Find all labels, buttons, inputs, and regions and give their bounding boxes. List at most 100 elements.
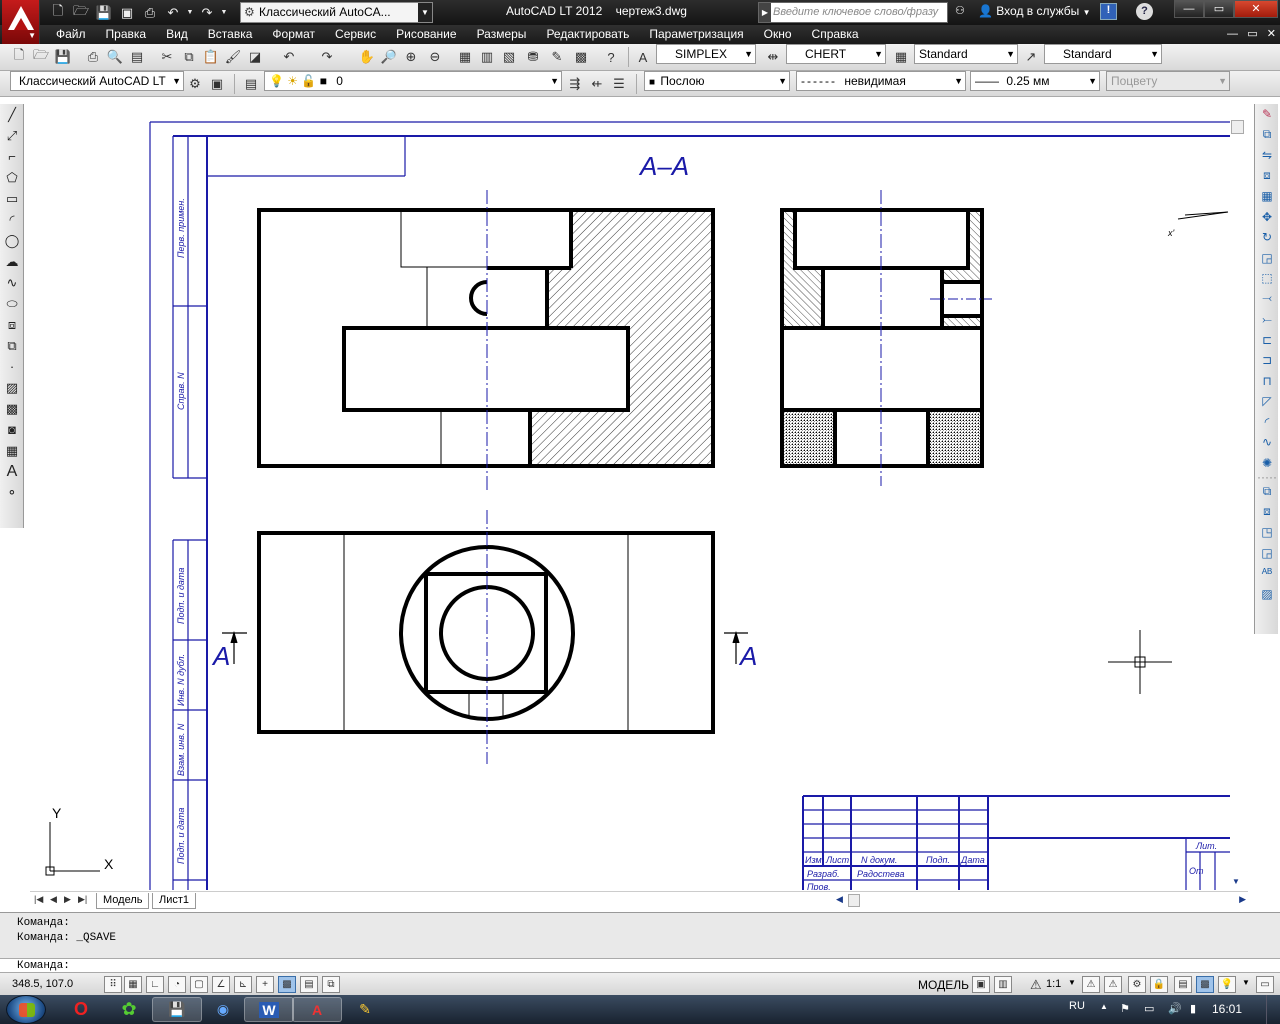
revision-cloud-icon[interactable]: ☁ [1,251,23,272]
layer-states-icon[interactable]: ☰ [610,75,628,93]
search-input[interactable]: ▶ Введите ключевое слово/фразу [758,2,948,23]
lineweight-select[interactable]: —— 0.25 мм ▼ [970,71,1100,91]
scale-icon[interactable]: ◲ [1256,248,1278,269]
text-style-icon[interactable]: A [634,48,652,66]
dynamic-input-icon[interactable]: + [256,976,274,993]
break-at-point-icon[interactable]: ⊏ [1256,330,1278,351]
dim-style-select[interactable]: CHERT ▼ [786,44,886,64]
join-icon[interactable]: ⊓ [1256,371,1278,392]
menu-view[interactable]: Вид [166,25,188,44]
save-icon[interactable]: 💾 [54,48,72,66]
power-tray-icon[interactable]: ▮ [1190,1002,1196,1015]
layer-properties-icon[interactable]: ▤ [242,75,260,93]
flag-tray-icon[interactable]: ⚑ [1120,1002,1130,1015]
chevron-down-icon[interactable]: ▼ [1242,978,1250,987]
help-icon[interactable]: ? [1136,3,1153,20]
linetype-select[interactable]: ------ невидимая ▼ [796,71,966,91]
model-space-toggle[interactable]: МОДЕЛЬ [918,978,969,992]
annotation-scale-icon[interactable]: ⚠ [1030,977,1042,993]
menu-format[interactable]: Формат [272,25,315,44]
arc-icon[interactable]: ◜ [1,209,23,230]
text-style-select[interactable]: SIMPLEX ▼ [656,44,756,64]
menu-draw[interactable]: Рисование [396,25,456,44]
mleader-style-select[interactable]: Standard ▼ [1044,44,1162,64]
clock[interactable]: 16:01 [1212,1002,1242,1016]
zoom-window-icon[interactable]: ⊕ [402,48,420,66]
move-icon[interactable]: ✥ [1256,207,1278,228]
volume-tray-icon[interactable]: 🔊 [1168,1002,1182,1015]
extend-icon[interactable]: ⤚ [1256,309,1278,330]
save-icon[interactable]: 💾 [94,3,114,22]
spline-icon[interactable]: ∿ [1,272,23,293]
expand-icon[interactable]: ▶ [759,3,771,22]
signin-button[interactable]: 👤 Вход в службы ▼ [978,4,1091,18]
fillet-icon[interactable]: ◜ [1256,412,1278,433]
grid-display-icon[interactable]: ▦ [124,976,142,993]
insert-block-icon[interactable]: ⧈ [1,314,23,335]
layer-previous-icon[interactable]: ⇷ [588,75,606,93]
design-center-icon[interactable]: ▥ [478,48,496,66]
icq-icon[interactable]: ✿ [104,997,154,1022]
show-hidden-icons[interactable]: ▲ [1100,1002,1108,1011]
scroll-thumb[interactable] [1231,120,1244,134]
polar-tracking-icon[interactable]: ◔ [168,976,186,993]
chamfer-icon[interactable]: ◸ [1256,391,1278,412]
hardware-acceleration-icon[interactable]: ▤ [1174,976,1192,993]
line-icon[interactable]: ╱ [1,104,23,125]
customize-icon[interactable]: ▣ [208,75,226,93]
otrack-icon[interactable]: ∠ [212,976,230,993]
auto-scale-icon[interactable]: ⚠ [1104,976,1122,993]
menu-dimension[interactable]: Размеры [477,25,527,44]
copy-icon[interactable]: ⧉ [180,48,198,66]
autocad-taskbar-icon[interactable]: A [292,997,342,1022]
properties-icon[interactable]: ▦ [456,48,474,66]
workspace-selector[interactable]: ⚙ Классический AutoCA... ▼ [240,2,433,23]
doc-close-button[interactable]: ✕ [1267,28,1276,40]
tab-last-icon[interactable]: ▶| [78,894,87,905]
opera-icon[interactable]: O [56,997,106,1022]
osnap-icon[interactable]: ▢ [190,976,208,993]
toolbar-grip[interactable]: ····· [1256,470,1278,484]
print-icon[interactable]: ⎙ [140,3,160,22]
menu-edit[interactable]: Правка [106,25,147,44]
scroll-thumb[interactable] [848,894,860,907]
trim-icon[interactable]: ⤙ [1256,289,1278,310]
paste-icon[interactable]: 📋 [202,48,220,66]
region-icon[interactable]: ◙ [1,419,23,440]
draw-order-back-icon[interactable]: ⧈ [1256,502,1278,523]
chevron-down-icon[interactable]: ▼ [1068,978,1076,987]
quick-view-layouts-icon[interactable]: ▣ [972,976,990,993]
scroll-left-icon[interactable]: ◀ [836,894,843,905]
menu-window[interactable]: Окно [764,25,792,44]
tab-first-icon[interactable]: |◀ [34,894,43,905]
array-icon[interactable]: ▦ [1256,186,1278,207]
new-icon[interactable]: 🗋 [48,3,68,22]
gradient-icon[interactable]: ▩ [1,398,23,419]
menu-insert[interactable]: Вставка [208,25,253,44]
layer-select[interactable]: 💡 ☀ 🔓 ■ 0 ▼ [264,71,562,91]
undo-icon[interactable]: ↶ [163,3,183,22]
application-menu-button[interactable]: ▼ [2,0,40,44]
menu-parametric[interactable]: Параметризация [649,25,743,44]
copy-object-icon[interactable]: ⧉ [1256,125,1278,146]
table-icon[interactable]: ▦ [1,440,23,461]
binoculars-icon[interactable]: ⚇ [955,4,965,17]
new-icon[interactable]: 🗋 [10,47,28,66]
print-icon[interactable]: ⎙ [84,48,102,66]
redo-icon[interactable]: ↷ [197,3,217,22]
color-select[interactable]: ■ Послою ▼ [644,71,790,91]
polygon-icon[interactable]: ⬠ [1,167,23,188]
send-under-icon[interactable]: ◲ [1256,543,1278,564]
ie-icon[interactable]: ◉ [198,997,248,1022]
open-icon[interactable]: 🗁 [71,3,91,22]
quickcalc-icon[interactable]: ▩ [572,48,590,66]
workspace-switch-icon[interactable]: ⚙ [1128,976,1146,993]
snap-mode-icon[interactable]: ⠿ [104,976,122,993]
tab-next-icon[interactable]: ▶ [64,894,71,905]
markup-icon[interactable]: ✎ [548,48,566,66]
bring-above-icon[interactable]: ◳ [1256,522,1278,543]
table-style-icon[interactable]: ▦ [892,48,910,66]
circle-icon[interactable]: ◯ [1,230,23,251]
print-preview-icon[interactable]: 🔍 [106,48,124,66]
tab-prev-icon[interactable]: ◀ [50,894,57,905]
